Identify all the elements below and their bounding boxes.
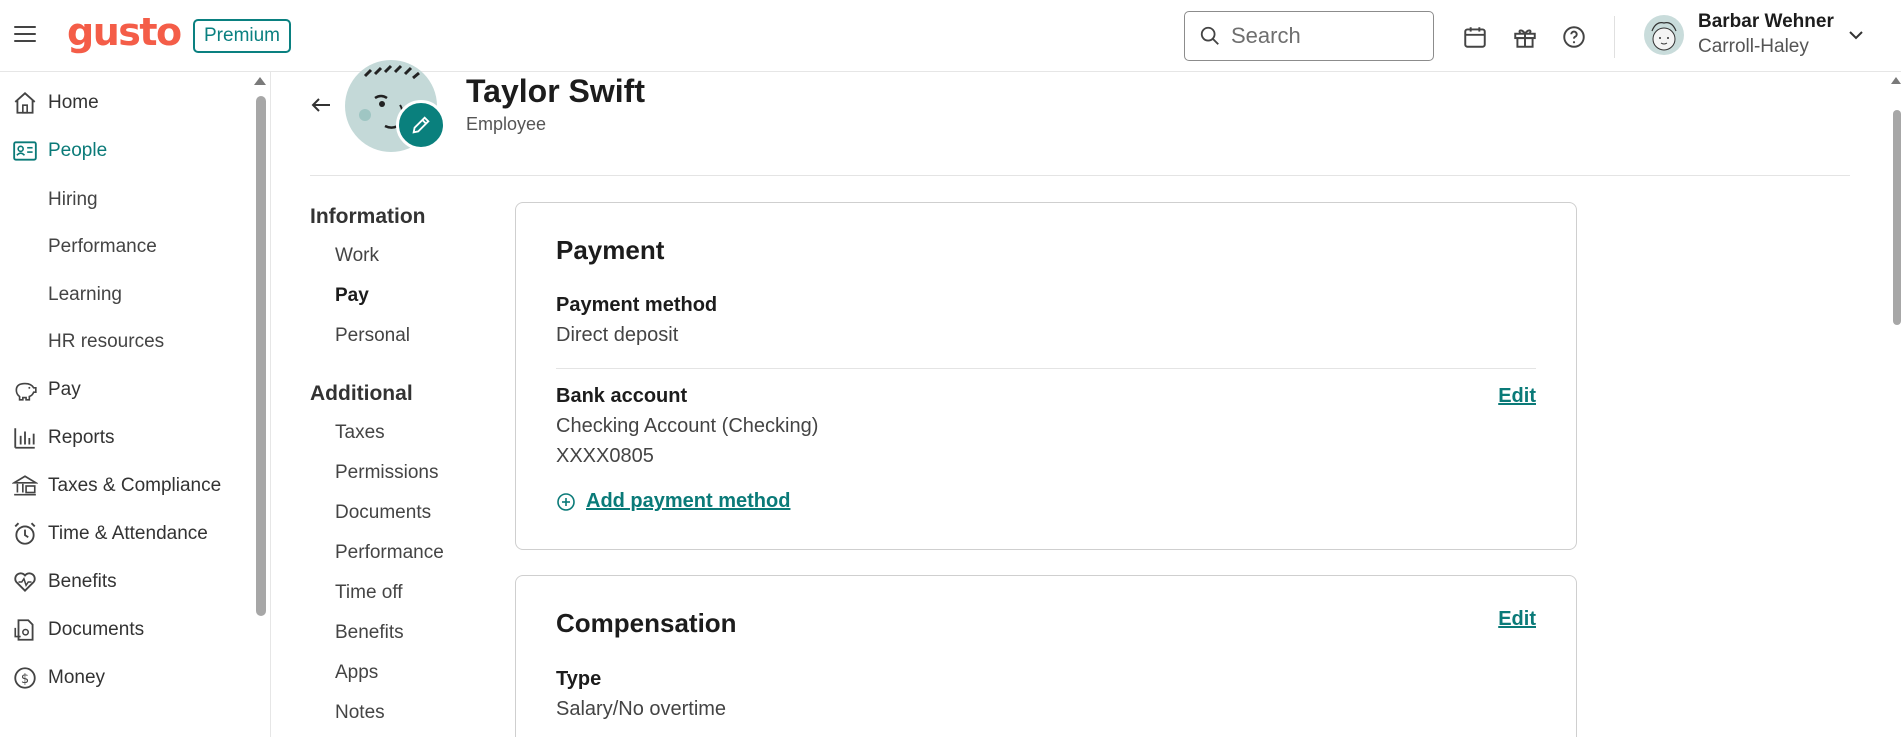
compensation-edit-link[interactable]: Edit xyxy=(1498,608,1536,631)
sidebar-item-benefits[interactable]: Benefits xyxy=(12,564,117,600)
section-link-documents[interactable]: Documents xyxy=(335,502,431,524)
heart-icon xyxy=(14,572,36,592)
bank-account-type: Checking Account (Checking) xyxy=(556,415,819,437)
pencil-icon xyxy=(412,116,430,134)
section-link-work[interactable]: Work xyxy=(335,245,379,267)
sidebar-item-money[interactable]: $ Money xyxy=(12,660,105,696)
gusto-logo[interactable]: gusto xyxy=(67,10,182,54)
section-heading-information: Information xyxy=(310,205,426,228)
dollar-icon: $ xyxy=(14,667,36,689)
sidebar-item-time-attendance[interactable]: Time & Attendance xyxy=(12,516,208,552)
page-scroll-up-arrow[interactable] xyxy=(1891,77,1901,84)
sidebar-item-taxes-compliance[interactable]: Taxes & Compliance xyxy=(12,468,221,504)
sidebar-item-reports[interactable]: Reports xyxy=(12,420,115,456)
sidebar-item-hiring[interactable]: Hiring xyxy=(48,185,98,215)
gift-icon[interactable] xyxy=(1512,24,1538,50)
compensation-card-title: Compensation xyxy=(556,608,737,638)
plus-circle-icon xyxy=(557,492,575,511)
payment-card-title: Payment xyxy=(556,235,665,265)
section-heading-additional: Additional xyxy=(310,382,413,405)
bank-account-edit-link[interactable]: Edit xyxy=(1498,385,1536,408)
top-bar: gusto Premium Search Barbar Wehner Carro… xyxy=(0,0,1901,72)
user-avatar[interactable] xyxy=(1644,15,1684,55)
sidebar-item-pay[interactable]: Pay xyxy=(12,372,81,408)
employee-role: Employee xyxy=(466,114,547,134)
bank-icon xyxy=(12,475,38,496)
section-link-permissions[interactable]: Permissions xyxy=(335,462,438,484)
clock-icon xyxy=(14,522,36,545)
people-icon xyxy=(13,141,37,161)
section-link-notes[interactable]: Notes xyxy=(335,702,385,724)
sidebar-item-learning[interactable]: Learning xyxy=(48,280,122,310)
sidebar-item-documents[interactable]: Documents xyxy=(12,612,144,648)
payment-divider xyxy=(556,368,1536,369)
section-link-benefits[interactable]: Benefits xyxy=(335,622,404,644)
home-icon xyxy=(14,92,36,114)
piggy-bank-icon xyxy=(15,382,37,401)
header-divider xyxy=(1614,16,1615,58)
sidebar: Home People Hiring Performance Learning … xyxy=(0,72,250,737)
section-link-apps[interactable]: Apps xyxy=(335,662,378,684)
search-placeholder: Search xyxy=(1231,23,1301,48)
section-link-personal[interactable]: Personal xyxy=(335,325,410,347)
bank-account-label: Bank account xyxy=(556,385,688,407)
documents-icon xyxy=(14,619,34,641)
page-scrollbar[interactable] xyxy=(1893,110,1901,325)
section-link-pay[interactable]: Pay xyxy=(335,285,369,307)
sidebar-item-home[interactable]: Home xyxy=(12,85,99,121)
bank-account-number: XXXX0805 xyxy=(556,445,654,467)
svg-text:$: $ xyxy=(21,672,29,687)
compensation-card: Compensation Edit Type Salary/No overtim… xyxy=(515,575,1577,737)
compensation-type-label: Type xyxy=(556,668,602,690)
employee-name: Taylor Swift xyxy=(466,73,645,109)
sidebar-item-hr-resources[interactable]: HR resources xyxy=(48,327,164,357)
payment-card: Payment Payment method Direct deposit Ba… xyxy=(515,202,1577,550)
premium-badge[interactable]: Premium xyxy=(193,19,292,53)
compensation-type-value: Salary/No overtime xyxy=(556,698,727,720)
add-payment-method-link[interactable]: Add payment method xyxy=(556,490,790,513)
header-divider-line xyxy=(310,175,1850,176)
company-name[interactable]: Carroll-Haley xyxy=(1698,36,1809,58)
payment-method-label: Payment method xyxy=(556,294,718,316)
calendar-icon[interactable] xyxy=(1462,24,1488,50)
chevron-down-icon[interactable] xyxy=(1848,28,1864,42)
search-icon xyxy=(1200,26,1219,45)
content-divider xyxy=(270,72,271,737)
search-input[interactable]: Search xyxy=(1184,11,1434,61)
edit-photo-button[interactable] xyxy=(396,100,446,150)
menu-icon[interactable] xyxy=(14,26,36,46)
help-icon[interactable] xyxy=(1561,24,1587,50)
reports-icon xyxy=(14,428,35,449)
sidebar-scroll-up-arrow[interactable] xyxy=(254,77,266,85)
section-link-performance[interactable]: Performance xyxy=(335,542,444,564)
payment-method-value: Direct deposit xyxy=(556,324,679,346)
section-link-taxes[interactable]: Taxes xyxy=(335,422,385,444)
sidebar-item-performance[interactable]: Performance xyxy=(48,232,157,262)
back-arrow-icon[interactable] xyxy=(310,95,332,115)
sidebar-scrollbar[interactable] xyxy=(256,96,266,616)
section-link-time-off[interactable]: Time off xyxy=(335,582,403,604)
sidebar-item-people[interactable]: People xyxy=(12,133,107,169)
user-name[interactable]: Barbar Wehner xyxy=(1698,11,1834,33)
